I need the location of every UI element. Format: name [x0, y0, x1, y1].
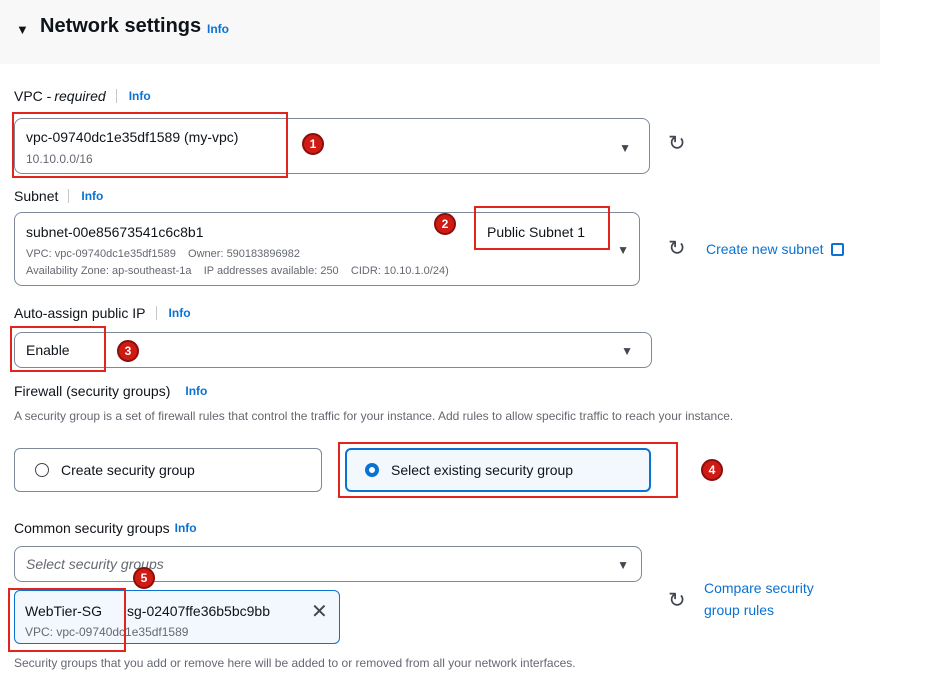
common-sg-label-row: Common security groups Info — [14, 520, 197, 536]
compare-link-line1: Compare security — [704, 580, 814, 596]
annotation-box-2 — [474, 206, 610, 250]
vpc-required-label: required — [54, 88, 106, 104]
create-security-group-option[interactable]: Create security group — [14, 448, 322, 492]
firewall-label-row: Firewall (security groups) Info — [14, 383, 207, 399]
security-groups-footer: Security groups that you add or remove h… — [14, 656, 576, 670]
dropdown-arrow-icon: ▼ — [617, 243, 629, 257]
annotation-badge-1: 1 — [302, 133, 324, 155]
subnet-info-link[interactable]: Info — [81, 189, 103, 203]
common-sg-label: Common security groups — [14, 520, 170, 536]
refresh-icon[interactable]: ↻ — [668, 588, 686, 613]
annotation-box-1 — [12, 112, 288, 178]
vpc-info-link[interactable]: Info — [129, 89, 151, 103]
annotation-box-3 — [10, 326, 106, 372]
dropdown-arrow-icon: ▼ — [619, 141, 631, 155]
annotation-box-5 — [8, 588, 126, 652]
auto-ip-label-row: Auto-assign public IP Info — [14, 305, 191, 321]
annotation-badge-2: 2 — [434, 213, 456, 235]
auto-ip-label: Auto-assign public IP — [14, 305, 146, 321]
radio-icon[interactable] — [35, 463, 49, 477]
subnet-vpc-line: VPC: vpc-09740dc1e35df1589 Owner: 590183… — [26, 248, 300, 260]
section-header: ▼ Network settings Info — [0, 0, 880, 64]
annotation-box-4 — [338, 442, 678, 498]
annotation-badge-5: 5 — [133, 567, 155, 589]
firewall-description: A security group is a set of firewall ru… — [14, 409, 734, 423]
dropdown-arrow-icon: ▼ — [621, 344, 633, 358]
vpc-label: VPC - — [14, 88, 52, 104]
firewall-info-link[interactable]: Info — [185, 384, 207, 398]
collapse-caret-icon[interactable]: ▼ — [16, 22, 29, 37]
vpc-label-row: VPC - required Info — [14, 88, 151, 104]
create-new-subnet-link[interactable]: Create new subnet — [706, 241, 845, 257]
subnet-az-line: Availability Zone: ap-southeast-1a IP ad… — [26, 265, 449, 277]
divider — [155, 306, 157, 320]
firewall-label: Firewall (security groups) — [14, 383, 171, 399]
refresh-icon[interactable]: ↻ — [668, 236, 686, 261]
auto-ip-select[interactable]: Enable ▼ — [14, 332, 652, 368]
divider — [68, 189, 70, 203]
token-id: sg-02407ffe36b5bc9bb — [127, 603, 270, 619]
common-sg-info-link[interactable]: Info — [175, 521, 197, 535]
security-groups-select[interactable]: Select security groups ▼ — [14, 546, 642, 582]
annotation-badge-3: 3 — [117, 340, 139, 362]
compare-link-line2: group rules — [704, 602, 775, 618]
subnet-label: Subnet — [14, 188, 59, 204]
create-security-group-label: Create security group — [61, 462, 195, 478]
section-info-link[interactable]: Info — [207, 22, 229, 36]
subnet-id: subnet-00e85673541c6c8b1 — [26, 224, 204, 240]
auto-ip-info-link[interactable]: Info — [169, 306, 191, 320]
external-link-icon — [831, 243, 845, 256]
divider — [115, 89, 117, 103]
remove-x-icon[interactable]: ✕ — [311, 599, 328, 624]
create-new-subnet-label: Create new subnet — [706, 241, 824, 257]
refresh-icon[interactable]: ↻ — [668, 131, 686, 156]
subnet-label-row: Subnet Info — [14, 188, 103, 204]
annotation-badge-4: 4 — [701, 459, 723, 481]
section-title[interactable]: Network settings — [40, 15, 201, 38]
compare-security-group-rules-link[interactable]: Compare security group rules — [704, 577, 814, 621]
dropdown-arrow-icon: ▼ — [617, 558, 629, 572]
